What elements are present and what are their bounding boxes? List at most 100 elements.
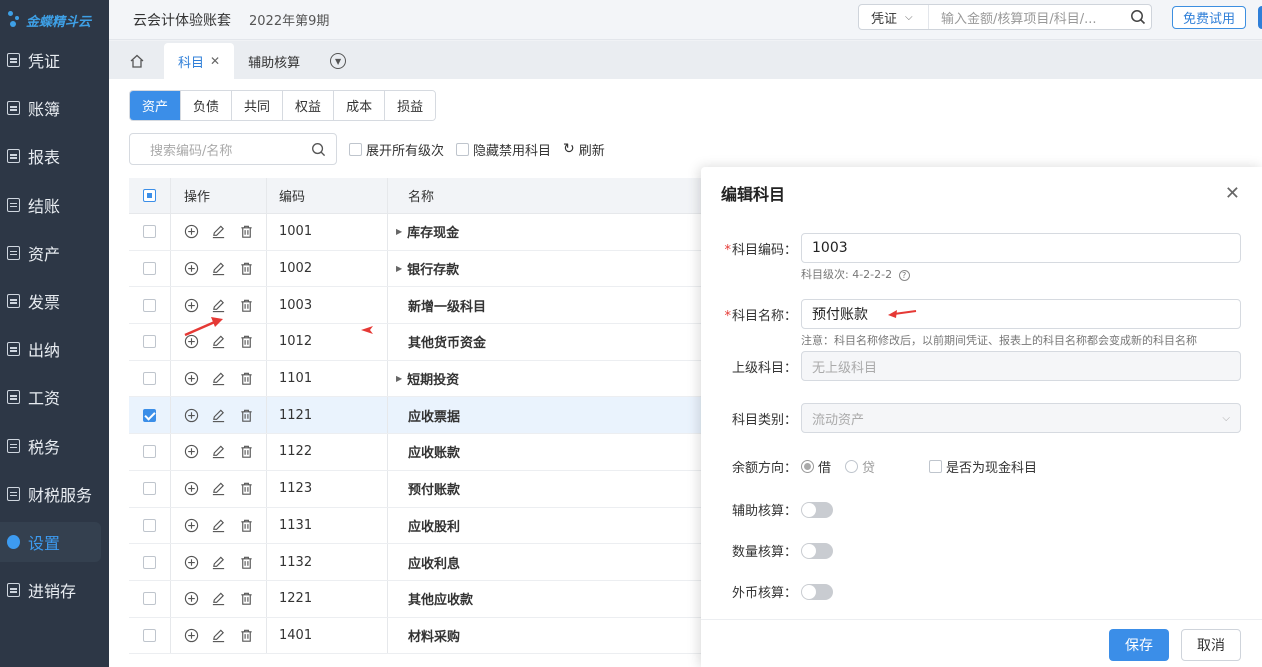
add-child-icon[interactable] (184, 261, 199, 277)
edit-icon[interactable] (211, 261, 226, 277)
category-tab[interactable]: 成本 (334, 91, 386, 120)
delete-icon[interactable] (239, 481, 254, 497)
search-icon[interactable] (311, 142, 326, 157)
delete-icon[interactable] (239, 297, 254, 313)
delete-icon[interactable] (239, 334, 254, 350)
sidebar-item[interactable]: 结账 (0, 185, 101, 225)
column-header-code[interactable]: 编码 (267, 178, 388, 213)
table-row[interactable]: 1121 应收票据 (129, 397, 729, 435)
delete-icon[interactable] (239, 627, 254, 643)
table-row[interactable]: 1122 应收账款 (129, 434, 729, 471)
sidebar-item[interactable]: 财税服务 (0, 474, 101, 514)
sidebar-item[interactable]: 进销存 (0, 570, 101, 610)
add-child-icon[interactable] (184, 627, 199, 643)
radio-credit[interactable]: 贷 (845, 457, 875, 476)
search-type-select[interactable]: 凭证 ⌵ (859, 5, 929, 29)
add-child-icon[interactable] (184, 407, 199, 423)
tab-subjects[interactable]: 科目 ✕ (164, 43, 235, 79)
sidebar-item[interactable]: 账簿 (0, 88, 101, 128)
table-row[interactable]: 1101 ▶ 短期投资 (129, 360, 729, 398)
edit-icon[interactable] (211, 627, 226, 643)
table-row[interactable]: 1131 应收股利 (129, 507, 729, 545)
add-child-icon[interactable] (184, 371, 199, 387)
expand-caret-icon[interactable]: ▶ (396, 264, 402, 273)
checkbox[interactable] (349, 142, 362, 156)
row-checkbox[interactable] (143, 408, 156, 422)
table-row[interactable]: 1401 材料采购 (129, 617, 729, 655)
sidebar-item[interactable]: 工资 (0, 377, 101, 417)
cash-subject-checkbox[interactable]: 是否为现金科目 (929, 457, 1037, 476)
row-checkbox[interactable] (143, 628, 156, 642)
expand-caret-icon[interactable]: ▶ (396, 227, 402, 236)
add-child-icon[interactable] (184, 297, 199, 313)
sidebar-item[interactable]: 设置 (0, 522, 101, 562)
edit-icon[interactable] (211, 371, 226, 387)
sidebar-item[interactable]: 资产 (0, 233, 101, 273)
add-child-icon[interactable] (184, 517, 199, 533)
column-header-name[interactable]: 名称 (388, 178, 729, 213)
row-checkbox[interactable] (143, 298, 156, 312)
close-icon[interactable]: ✕ (210, 54, 220, 68)
sidebar-item[interactable]: 税务 (0, 426, 101, 466)
add-child-icon[interactable] (184, 444, 199, 460)
free-trial-button[interactable]: 免费试用 (1172, 6, 1246, 29)
delete-icon[interactable] (239, 261, 254, 277)
table-row[interactable]: 1221 其他应收款 (129, 580, 729, 618)
delete-icon[interactable] (239, 224, 254, 240)
table-row[interactable]: 1123 预付账款 (129, 470, 729, 508)
sidebar-item[interactable]: 凭证 (0, 40, 101, 80)
sidebar-item[interactable]: 报表 (0, 136, 101, 176)
row-checkbox[interactable] (143, 445, 156, 459)
global-search-input[interactable]: 输入金额/核算项目/科目/... (929, 8, 1125, 27)
subject-code-input[interactable]: 1003 (801, 233, 1241, 263)
row-checkbox[interactable] (143, 225, 156, 239)
category-tab[interactable]: 共同 (232, 91, 284, 120)
delete-icon[interactable] (239, 371, 254, 387)
category-tab[interactable]: 权益 (283, 91, 335, 120)
edit-icon[interactable] (211, 297, 226, 313)
close-icon[interactable]: ✕ (1225, 183, 1240, 204)
foreign-currency-toggle[interactable] (801, 583, 833, 600)
brand-logo[interactable]: 金蝶精斗云 (0, 0, 109, 40)
edit-icon[interactable] (211, 407, 226, 423)
search-icon[interactable] (1125, 9, 1151, 25)
add-child-icon[interactable] (184, 554, 199, 570)
category-tab[interactable]: 损益 (385, 91, 436, 120)
delete-icon[interactable] (239, 444, 254, 460)
auxiliary-toggle[interactable] (801, 501, 833, 518)
add-child-icon[interactable] (184, 481, 199, 497)
checkbox[interactable] (456, 142, 470, 156)
edit-icon[interactable] (211, 554, 226, 570)
row-checkbox[interactable] (143, 335, 156, 349)
edit-icon[interactable] (211, 224, 226, 240)
table-row[interactable]: 1002 ▶ 银行存款 (129, 250, 729, 288)
sidebar-item[interactable]: 发票 (0, 281, 101, 321)
top-right-button[interactable] (1258, 6, 1262, 29)
add-child-icon[interactable] (184, 591, 199, 607)
delete-icon[interactable] (239, 407, 254, 423)
subject-name-input[interactable]: 预付账款 (801, 299, 1241, 329)
row-checkbox[interactable] (143, 262, 156, 276)
cancel-button[interactable]: 取消 (1181, 629, 1241, 661)
row-checkbox[interactable] (143, 372, 156, 386)
sidebar-item[interactable]: 出纳 (0, 329, 101, 369)
table-row[interactable]: 1001 ▶ 库存现金 (129, 214, 729, 251)
tab-auxiliary[interactable]: 辅助核算 (234, 43, 314, 79)
quantity-toggle[interactable] (801, 542, 833, 559)
row-checkbox[interactable] (143, 555, 156, 569)
account-book-title[interactable]: 云会计体验账套 (133, 10, 231, 30)
edit-icon[interactable] (211, 517, 226, 533)
row-checkbox[interactable] (143, 518, 156, 532)
edit-icon[interactable] (211, 591, 226, 607)
category-tab[interactable]: 资产 (130, 91, 182, 120)
help-icon[interactable]: ? (898, 270, 910, 281)
add-child-icon[interactable] (184, 224, 199, 240)
more-tabs-icon[interactable]: ▼ (330, 53, 347, 69)
row-checkbox[interactable] (143, 592, 156, 606)
edit-icon[interactable] (211, 481, 226, 497)
category-tab[interactable]: 负债 (181, 91, 233, 120)
home-tab[interactable] (109, 43, 164, 79)
row-checkbox[interactable] (143, 482, 156, 496)
expand-caret-icon[interactable]: ▶ (396, 374, 402, 383)
table-row[interactable]: 1132 应收利息 (129, 544, 729, 581)
